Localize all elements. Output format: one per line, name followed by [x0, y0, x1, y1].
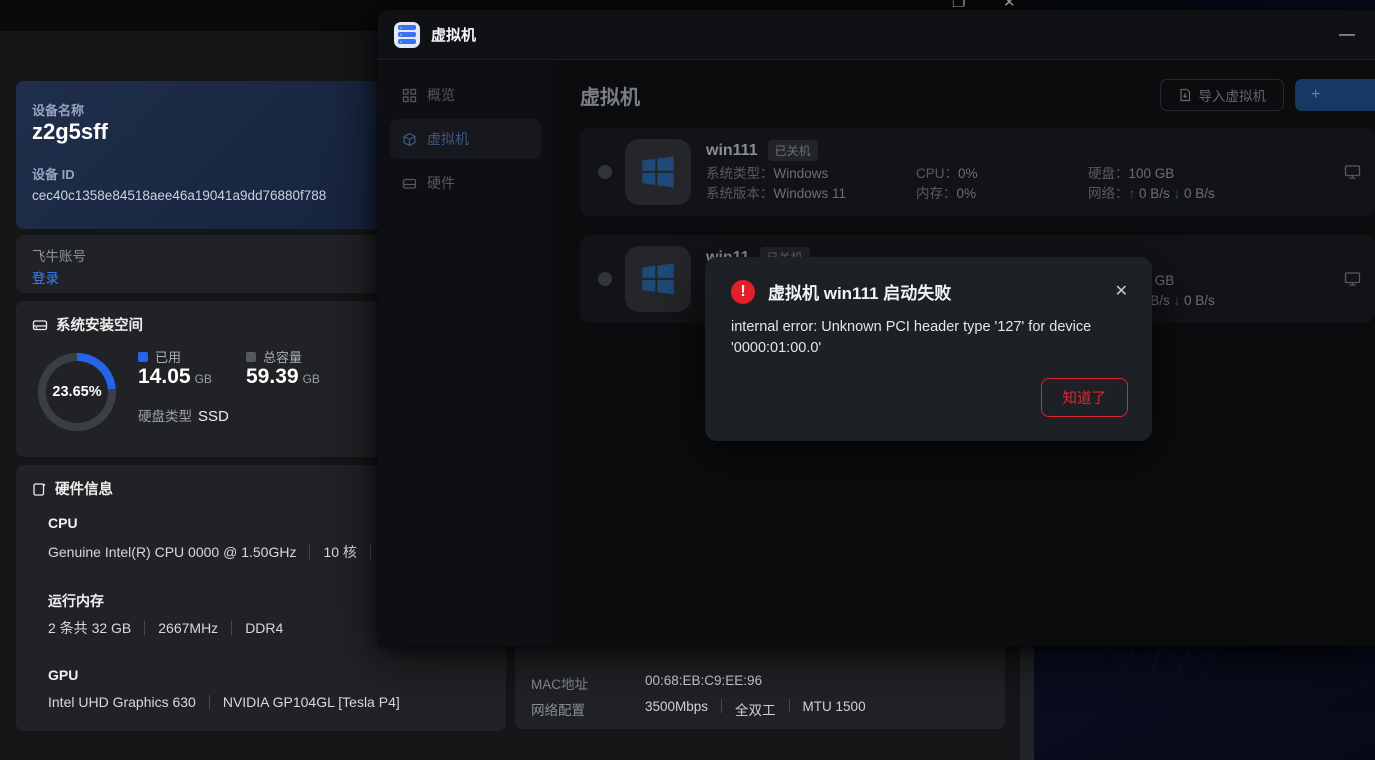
plus-icon: +	[1311, 86, 1321, 103]
dialog-title: 虚拟机 win111 启动失败	[768, 284, 952, 303]
total-label: 总容量	[263, 350, 303, 365]
network-config-row: 网络配置 3500Mbps 全双工 MTU 1500	[531, 699, 866, 718]
download-arrow-icon: ↓	[1169, 292, 1185, 308]
memory-label: 运行内存	[48, 593, 104, 609]
storage-card-header: 系统安装空间	[32, 314, 143, 335]
divider	[721, 699, 723, 713]
mac-label: MAC地址	[531, 677, 588, 692]
status-dot	[598, 165, 612, 179]
sidebar-item-overview[interactable]: 概览	[390, 75, 541, 115]
scrollbar[interactable]	[1020, 646, 1034, 760]
total-legend-swatch	[246, 351, 256, 362]
device-id: cec40c1358e84518aee46a19041a9dd76880f788	[32, 188, 327, 203]
total-unit: GB	[302, 372, 320, 386]
upload-arrow-icon: ↑	[1128, 185, 1140, 201]
gpu-label: GPU	[48, 667, 79, 683]
console-monitor-icon[interactable]	[1344, 164, 1361, 180]
divider	[788, 699, 790, 713]
vm-status-badge: 已关机	[767, 140, 818, 161]
vm-start-failed-dialog: ! 虚拟机 win111 启动失败 ✕ internal error: Unkn…	[705, 257, 1152, 441]
hardware-card-header: 硬件信息	[32, 478, 113, 499]
disk-type-value: SSD	[198, 408, 229, 425]
error-alert-icon: !	[731, 279, 755, 304]
storage-used-value: 14.05 GB	[138, 365, 212, 388]
account-label: 飞牛账号	[32, 249, 86, 264]
device-name: z2g5sff	[32, 119, 108, 144]
mac-value: 00:68:EB:C9:EE:96	[645, 673, 763, 688]
hardware-icon	[33, 482, 46, 496]
vm-row-win111[interactable]: win111 已关机 系统类型：Windows 系统版本：Windows 11 …	[580, 128, 1375, 216]
device-name-label: 设备名称	[32, 103, 85, 118]
divider	[369, 545, 371, 559]
import-vm-button[interactable]: 导入虚拟机	[1159, 79, 1284, 111]
divider	[309, 545, 311, 559]
dialog-message: internal error: Unknown PCI header type …	[731, 319, 1092, 356]
storage-donut-chart: 23.65%	[38, 353, 116, 431]
storage-percent: 23.65%	[52, 384, 102, 400]
dialog-header: ! 虚拟机 win111 启动失败	[731, 279, 951, 304]
divider	[144, 621, 146, 635]
minimize-icon[interactable]: —	[1335, 26, 1359, 44]
storage-total-value: 59.39 GB	[246, 365, 320, 388]
import-vm-label: 导入虚拟机	[1198, 89, 1267, 104]
drive-icon	[402, 178, 417, 189]
disk-type-row: 硬盘类型 SSD	[138, 405, 229, 425]
sidebar-item-vm[interactable]: 虚拟机	[390, 119, 541, 159]
sidebar-item-hardware[interactable]: 硬件	[390, 163, 541, 203]
gpu-specs: Intel UHD Graphics 630 NVIDIA GP104GL [Te…	[48, 694, 400, 710]
windows-logo-icon	[642, 263, 674, 295]
network-config-label: 网络配置	[531, 703, 585, 718]
import-icon	[1179, 88, 1190, 102]
os-tile	[625, 139, 691, 205]
sidebar-item-label: 虚拟机	[427, 131, 469, 147]
divider	[208, 695, 210, 709]
status-dot	[598, 272, 612, 286]
os-tile	[625, 246, 691, 312]
device-id-label: 设备 ID	[32, 167, 75, 182]
sidebar-item-label: 概览	[427, 87, 455, 103]
windows-logo-icon	[642, 156, 674, 188]
storage-card-title: 系统安装空间	[56, 318, 143, 334]
window-titlebar: 虚拟机 —	[378, 10, 1375, 60]
vm-app-icon	[394, 21, 420, 48]
download-arrow-icon: ↓	[1169, 185, 1185, 201]
sidebar-item-label: 硬件	[427, 175, 455, 191]
cube-icon	[403, 132, 416, 146]
grid-icon	[402, 88, 417, 102]
hardware-card-title: 硬件信息	[55, 482, 113, 498]
create-vm-button[interactable]: +	[1295, 79, 1375, 111]
storage-total-legend: 总容量	[246, 347, 302, 366]
used-label: 已用	[155, 350, 182, 365]
used-legend-swatch	[138, 351, 148, 362]
disk-icon	[32, 319, 48, 330]
page-title: 虚拟机	[580, 86, 640, 109]
dialog-confirm-button[interactable]: 知道了	[1040, 378, 1128, 417]
console-monitor-icon[interactable]	[1344, 271, 1361, 287]
disk-type-label: 硬盘类型	[138, 409, 192, 424]
modal-sidebar: 概览 虚拟机 硬件	[378, 61, 553, 646]
vm-name: win111	[706, 141, 758, 159]
window-title: 虚拟机	[431, 27, 477, 44]
cpu-specs: Genuine Intel(R) CPU 0000 @ 1.50GHz10 核2…	[48, 542, 431, 562]
login-link[interactable]: 登录	[32, 267, 59, 287]
divider	[231, 621, 233, 635]
mac-address-row: MAC地址 00:68:EB:C9:EE:96	[531, 673, 762, 693]
storage-used-legend: 已用	[138, 347, 181, 366]
dialog-close-icon[interactable]: ✕	[1115, 281, 1128, 301]
memory-specs: 2 条共 32 GB 2667MHz DDR4	[48, 620, 284, 636]
cpu-label: CPU	[48, 515, 78, 531]
used-unit: GB	[194, 372, 212, 386]
